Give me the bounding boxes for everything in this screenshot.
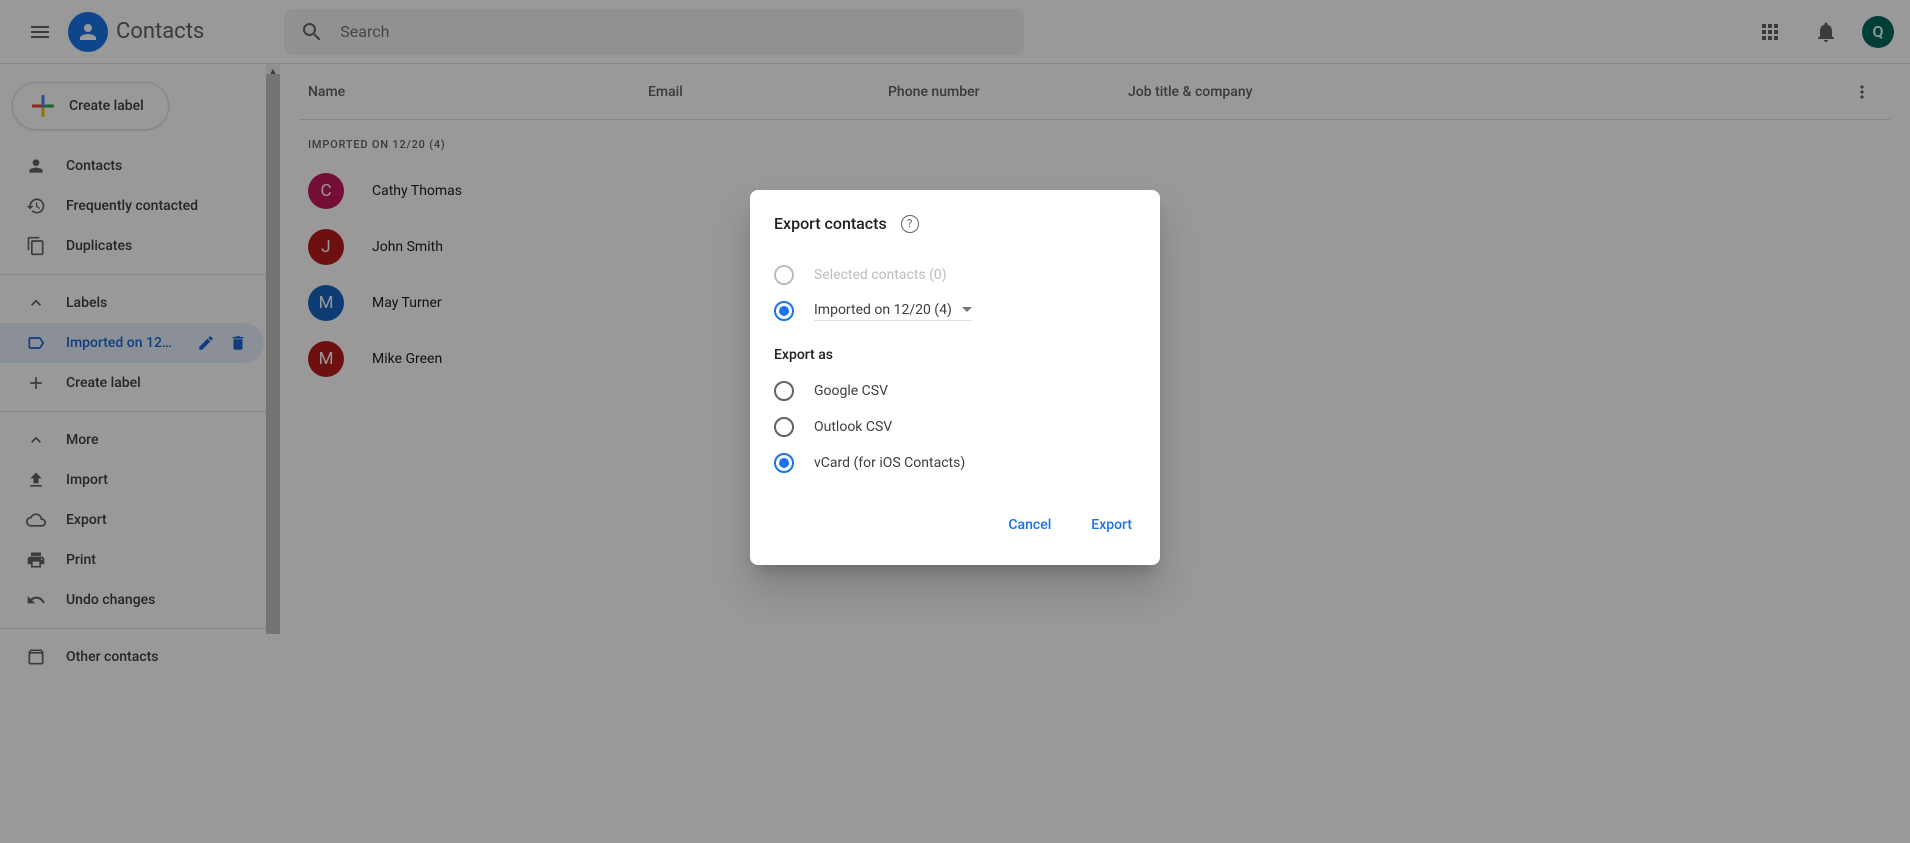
radio-label: Outlook CSV (814, 419, 892, 435)
dialog-actions: Cancel Export (774, 509, 1136, 541)
export-dialog: Export contacts ? Selected contacts (0) … (750, 190, 1160, 565)
chevron-down-icon (962, 307, 972, 312)
export-as-header: Export as (774, 347, 1136, 363)
radio-label: Google CSV (814, 383, 888, 399)
radio-button (774, 265, 794, 285)
help-button[interactable]: ? (901, 215, 919, 233)
radio-label: Imported on 12/20 (4) (814, 302, 952, 318)
radio-button[interactable] (774, 301, 794, 321)
radio-button[interactable] (774, 453, 794, 473)
modal-overlay[interactable]: Export contacts ? Selected contacts (0) … (0, 0, 1910, 843)
radio-imported-label[interactable]: Imported on 12/20 (4) (774, 293, 1136, 329)
radio-button[interactable] (774, 381, 794, 401)
radio-vcard[interactable]: vCard (for iOS Contacts) (774, 445, 1136, 481)
label-dropdown[interactable]: Imported on 12/20 (4) (814, 302, 972, 321)
radio-label: vCard (for iOS Contacts) (814, 455, 965, 471)
radio-outlook-csv[interactable]: Outlook CSV (774, 409, 1136, 445)
radio-selected-contacts: Selected contacts (0) (774, 257, 1136, 293)
export-button[interactable]: Export (1087, 509, 1136, 541)
dialog-header: Export contacts ? (774, 214, 1136, 233)
radio-button[interactable] (774, 417, 794, 437)
radio-google-csv[interactable]: Google CSV (774, 373, 1136, 409)
cancel-button[interactable]: Cancel (1004, 509, 1055, 541)
radio-label: Selected contacts (0) (814, 267, 947, 283)
dialog-title: Export contacts (774, 214, 887, 233)
